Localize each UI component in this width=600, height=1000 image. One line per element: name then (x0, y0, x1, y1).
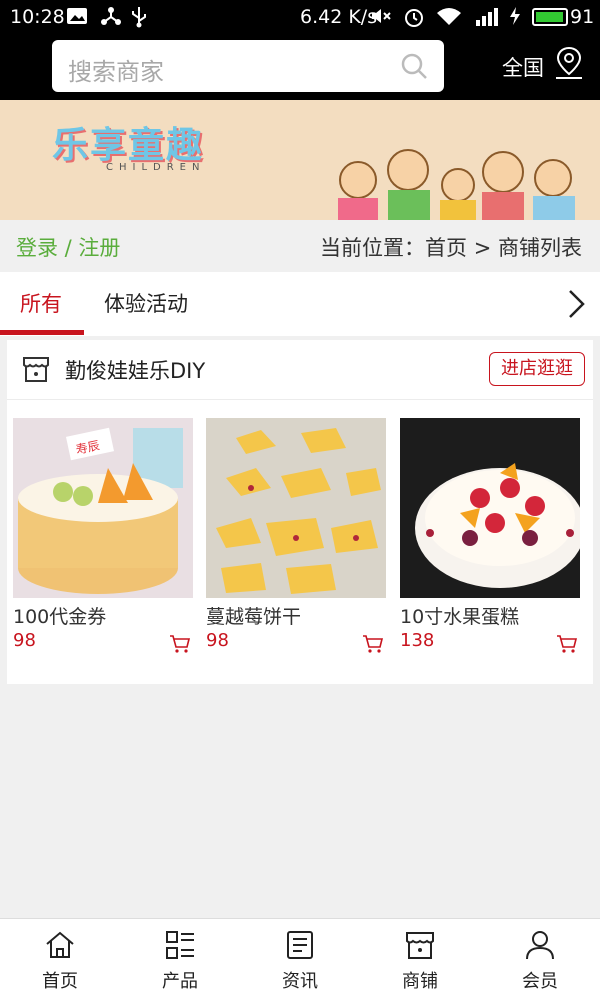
product-price: 98 (13, 630, 36, 651)
product-card[interactable]: 寿辰 100代金券 98 (13, 418, 193, 653)
product-name[interactable]: 蔓越莓饼干 (206, 602, 301, 629)
usb-icon (130, 6, 148, 33)
visit-store-button[interactable]: 进店逛逛 (489, 352, 585, 386)
cart-icon[interactable] (556, 634, 578, 654)
promo-banner[interactable]: 乐享童趣 CHILDREN (0, 100, 600, 220)
nav-home[interactable]: 首页 (0, 919, 120, 1000)
product-card[interactable]: 蔓越莓饼干 98 (206, 418, 386, 653)
product-image[interactable] (206, 418, 386, 598)
status-bar: 10:28 6.42 K/s 91 (0, 0, 600, 34)
nav-member[interactable]: 会员 (480, 919, 600, 1000)
active-tab-indicator (0, 330, 84, 335)
user-icon (526, 931, 554, 960)
mute-icon (370, 6, 392, 31)
product-name[interactable]: 100代金券 (13, 602, 106, 629)
product-image[interactable]: 寿辰 (13, 418, 193, 598)
cart-icon[interactable] (362, 634, 384, 654)
search-placeholder: 搜索商家 (68, 58, 164, 86)
tab-experience[interactable]: 体验活动 (104, 288, 188, 318)
charging-icon (508, 6, 522, 31)
banner-title: 乐享童趣 (52, 125, 205, 166)
nav-news[interactable]: 资讯 (240, 919, 360, 1000)
shop-header: 勤俊娃娃乐DIY 进店逛逛 (7, 340, 593, 400)
search-header: 搜索商家 全国 (0, 34, 600, 100)
product-image[interactable] (400, 418, 580, 598)
battery-percent: 91 (570, 6, 595, 28)
store-icon (23, 357, 49, 382)
cart-icon[interactable] (169, 634, 191, 654)
nav-products[interactable]: 产品 (120, 919, 240, 1000)
family-illustration (338, 149, 575, 220)
breadcrumb-row: 登录 / 注册 当前位置：首页 > 商铺列表 (0, 220, 600, 272)
signal-4g-icon (470, 6, 502, 31)
nav-label: 商铺 (402, 971, 438, 992)
alarm-icon (403, 6, 425, 33)
wifi-icon (436, 6, 462, 31)
chevron-right-icon[interactable] (564, 288, 588, 320)
product-price: 138 (400, 630, 435, 651)
breadcrumb: 当前位置：首页 > 商铺列表 (320, 236, 582, 260)
nav-label: 产品 (162, 971, 198, 992)
shop-card: 勤俊娃娃乐DIY 进店逛逛 寿辰 100代金券 98 蔓越莓饼干 98 10寸水… (7, 340, 593, 684)
product-price: 98 (206, 630, 229, 651)
tab-all[interactable]: 所有 (20, 288, 62, 318)
bottom-nav: 首页 产品 资讯 商铺 会员 (0, 918, 600, 1000)
product-name[interactable]: 10寸水果蛋糕 (400, 602, 519, 629)
nav-label: 会员 (522, 971, 558, 992)
search-icon[interactable] (400, 52, 428, 80)
location-icon[interactable] (554, 46, 584, 80)
news-icon (287, 931, 313, 959)
banner-subtitle: CHILDREN (106, 162, 206, 173)
battery-icon (532, 8, 568, 26)
nav-stores[interactable]: 商铺 (360, 919, 480, 1000)
login-register-link[interactable]: 登录 / 注册 (16, 232, 120, 262)
region-selector[interactable]: 全国 (502, 52, 544, 82)
search-input[interactable]: 搜索商家 (52, 40, 444, 92)
status-time: 10:28 (10, 6, 65, 28)
store-icon (406, 932, 434, 959)
share-icon (100, 6, 122, 31)
home-icon (46, 931, 74, 958)
category-tabs: 所有 体验活动 (0, 272, 600, 336)
nav-label: 首页 (42, 971, 78, 992)
nav-label: 资讯 (282, 971, 318, 992)
grid-list-icon (166, 931, 194, 959)
image-icon (66, 6, 88, 31)
product-card[interactable]: 10寸水果蛋糕 138 (400, 418, 580, 653)
network-speed: 6.42 K/s (300, 6, 378, 28)
shop-name[interactable]: 勤俊娃娃乐DIY (65, 355, 205, 385)
